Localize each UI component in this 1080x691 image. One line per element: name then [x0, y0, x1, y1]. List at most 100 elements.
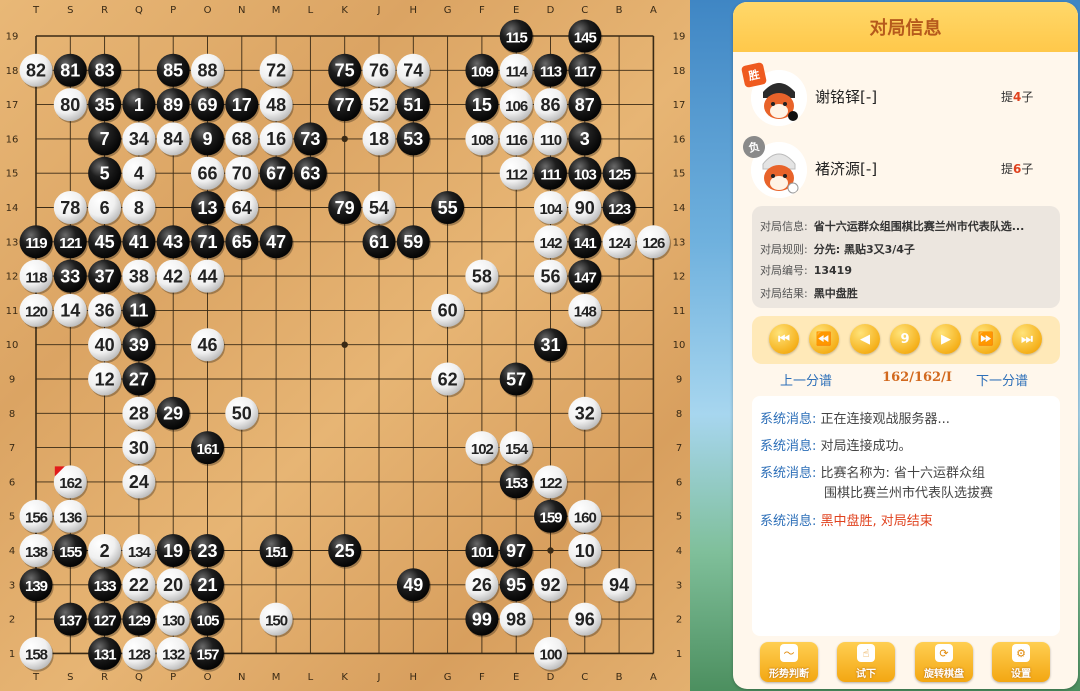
move-number: 48	[266, 95, 286, 115]
move-number: 103	[574, 167, 597, 184]
move-number: 124	[608, 235, 632, 252]
black-stone: 41	[122, 225, 157, 261]
game-details: 对局信息: 省十六运群众组围棋比赛兰州市代表队选... 对局规则: 分先: 黑贴3又…	[752, 206, 1060, 308]
black-stone: 121	[53, 225, 88, 261]
move-number: 155	[59, 544, 82, 561]
white-stone: 60	[431, 293, 466, 329]
white-stone: 58	[465, 259, 500, 295]
row-label: 13	[6, 237, 19, 248]
player-black-name: 谢铭铎[-]	[815, 88, 878, 106]
column-label: D	[547, 5, 555, 16]
white-stone: 68	[225, 122, 260, 158]
black-stone: 77	[328, 88, 363, 123]
black-stone: 7	[88, 122, 123, 158]
try-move-button[interactable]: ☝ 试下	[837, 642, 895, 682]
white-stone: 104	[534, 191, 569, 226]
move-number: 88	[197, 61, 217, 81]
move-number: 64	[232, 198, 252, 218]
black-stone: 155	[53, 534, 88, 569]
move-number: 69	[197, 95, 217, 115]
move-number: 43	[163, 232, 183, 252]
back-ten-button[interactable]: ⏪	[809, 324, 839, 354]
column-label: B	[616, 672, 623, 683]
white-stone: 132	[156, 636, 191, 672]
move-number: 97	[506, 541, 526, 561]
black-stone: 115	[499, 19, 534, 55]
rotate-board-button[interactable]: ⟳ 旋转棋盘	[915, 642, 973, 682]
move-number: 33	[60, 266, 80, 286]
star-point	[341, 135, 348, 143]
next-move-button[interactable]: ▶	[931, 324, 961, 354]
white-stone: 88	[191, 53, 226, 89]
board-grid[interactable]: TTSSRRQQPPOONNMMLLKKJJHHGGFFEEDDCCBBAA19…	[0, 0, 690, 691]
forward-ten-button[interactable]: ⏩	[971, 324, 1001, 354]
move-number: 37	[95, 266, 115, 286]
black-stone: 17	[225, 88, 260, 123]
prev-move-button[interactable]: ◀	[850, 324, 880, 354]
move-number: 17	[232, 95, 252, 115]
settings-button[interactable]: ⚙ 设置	[992, 642, 1050, 682]
white-stone: 2	[88, 534, 123, 569]
black-stone: 65	[225, 225, 260, 261]
black-stone: 157	[191, 636, 226, 672]
star-point	[547, 547, 554, 554]
move-number: 42	[163, 266, 183, 286]
white-stone: 36	[88, 293, 123, 329]
move-number: 53	[403, 129, 423, 149]
column-label: L	[308, 5, 314, 16]
move-number: 78	[60, 198, 80, 218]
move-number: 22	[129, 575, 149, 595]
move-number: 62	[438, 369, 458, 389]
row-label: 1	[9, 649, 15, 660]
move-number: 46	[197, 335, 217, 355]
white-stone: 128	[122, 636, 157, 672]
black-stone: 127	[88, 602, 123, 638]
win-badge: 胜	[740, 61, 768, 89]
info-row-rules: 对局规则: 分先: 黑贴3又3/4子	[760, 243, 915, 256]
panel-title: 对局信息	[733, 2, 1078, 52]
move-number: 40	[95, 335, 115, 355]
player-black-row: 胜 谢铭铎[-] 提4子	[740, 61, 1071, 130]
gear-icon: ⚙	[1012, 644, 1030, 662]
move-number: 160	[574, 510, 597, 527]
black-stone: 79	[328, 191, 363, 226]
move-number: 157	[196, 647, 219, 664]
go-board[interactable]: T T S S R R Q Q P P O O N N M M L L K K J J H H G G F F E E D D C C B B A A 19…	[0, 0, 690, 691]
move-number: 99	[472, 609, 492, 629]
black-stone: 147	[568, 259, 603, 295]
column-label: F	[479, 672, 485, 683]
jump-move-button[interactable]: 9	[890, 324, 920, 354]
column-label: G	[444, 672, 452, 683]
move-number: 77	[335, 95, 355, 115]
white-stone: 114	[499, 53, 534, 89]
prev-variation-link[interactable]: 上一分谱	[780, 370, 832, 389]
next-variation-link[interactable]: 下一分谱	[976, 370, 1028, 389]
move-number: 20	[163, 575, 183, 595]
move-number: 153	[505, 475, 528, 492]
row-label: 19	[673, 32, 686, 43]
last-move-button[interactable]: ⏭	[1012, 324, 1042, 354]
move-number: 105	[196, 612, 219, 629]
column-label: F	[479, 5, 485, 16]
black-stone: 97	[499, 534, 534, 569]
move-number: 151	[265, 544, 288, 561]
black-stone: 57	[499, 362, 534, 398]
first-move-button[interactable]: ⏮	[769, 324, 799, 354]
black-stone: 105	[191, 602, 226, 638]
white-stone: 162	[53, 465, 88, 501]
move-number: 121	[59, 235, 82, 252]
column-label: O	[204, 672, 212, 683]
move-number: 57	[506, 369, 526, 389]
white-stone: 124	[602, 225, 637, 261]
white-stone: 126	[636, 225, 672, 261]
white-stone: 158	[19, 636, 54, 672]
white-stone: 78	[53, 191, 88, 226]
move-number: 147	[574, 269, 597, 286]
move-number: 25	[335, 541, 355, 561]
column-label: J	[377, 5, 381, 16]
move-number: 15	[472, 95, 492, 115]
move-number: 137	[59, 612, 82, 629]
move-number: 76	[369, 61, 389, 81]
judge-position-button[interactable]: 〜 形势判断	[760, 642, 818, 682]
move-number: 129	[128, 612, 151, 629]
